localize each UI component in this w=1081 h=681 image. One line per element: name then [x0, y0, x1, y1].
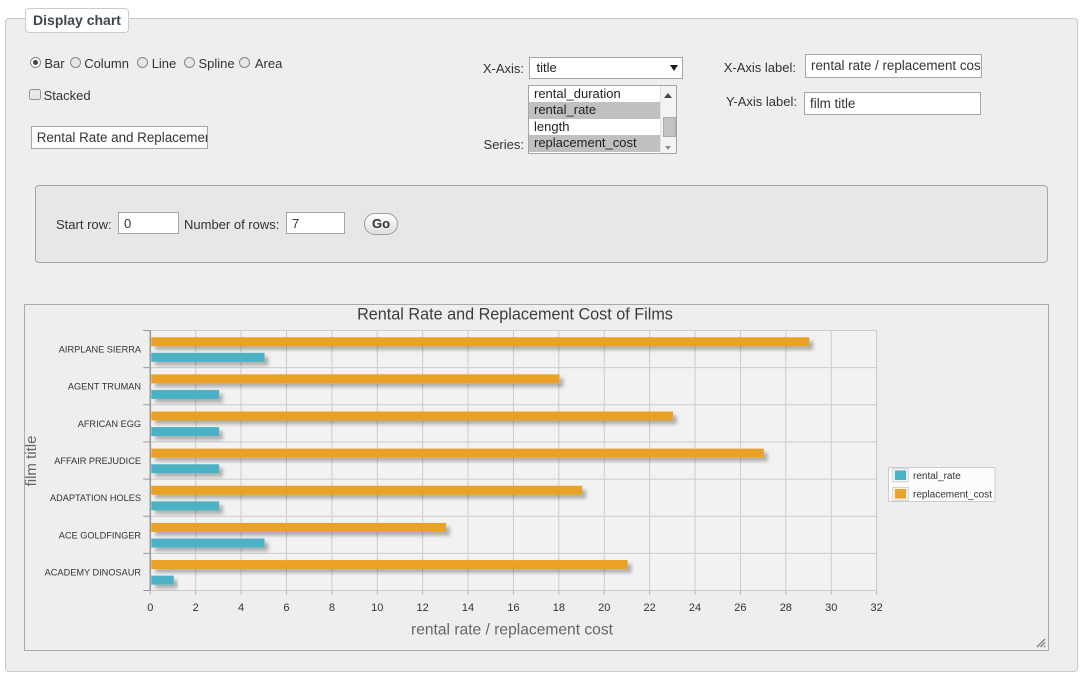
svg-text:18: 18	[553, 602, 565, 614]
svg-text:12: 12	[417, 602, 429, 614]
svg-text:16: 16	[507, 602, 519, 614]
svg-text:AFRICAN EGG: AFRICAN EGG	[78, 419, 141, 429]
svg-text:10: 10	[371, 602, 383, 614]
svg-text:ADAPTATION HOLES: ADAPTATION HOLES	[50, 493, 141, 503]
svg-text:26: 26	[734, 602, 746, 614]
svg-text:2: 2	[193, 602, 199, 614]
svg-text:replacement_cost: replacement_cost	[913, 489, 992, 500]
svg-text:8: 8	[329, 602, 335, 614]
svg-text:AFFAIR PREJUDICE: AFFAIR PREJUDICE	[54, 456, 141, 466]
svg-text:rental_rate: rental_rate	[913, 471, 961, 482]
svg-text:24: 24	[689, 602, 701, 614]
svg-text:30: 30	[825, 602, 837, 614]
svg-text:ACADEMY DINOSAUR: ACADEMY DINOSAUR	[45, 567, 142, 577]
svg-text:ACE GOLDFINGER: ACE GOLDFINGER	[59, 530, 142, 540]
svg-text:AGENT TRUMAN: AGENT TRUMAN	[68, 382, 141, 392]
svg-text:0: 0	[147, 602, 153, 614]
svg-text:film title: film title	[24, 436, 40, 487]
svg-text:14: 14	[462, 602, 474, 614]
svg-text:Rental Rate and Replacement Co: Rental Rate and Replacement Cost of Film…	[357, 306, 673, 324]
svg-text:6: 6	[283, 602, 289, 614]
svg-text:32: 32	[870, 602, 882, 614]
svg-text:rental rate / replacement cost: rental rate / replacement cost	[411, 622, 614, 639]
svg-text:AIRPLANE SIERRA: AIRPLANE SIERRA	[59, 345, 142, 355]
svg-text:20: 20	[598, 602, 610, 614]
svg-text:28: 28	[780, 602, 792, 614]
svg-text:4: 4	[238, 602, 244, 614]
svg-text:22: 22	[644, 602, 656, 614]
